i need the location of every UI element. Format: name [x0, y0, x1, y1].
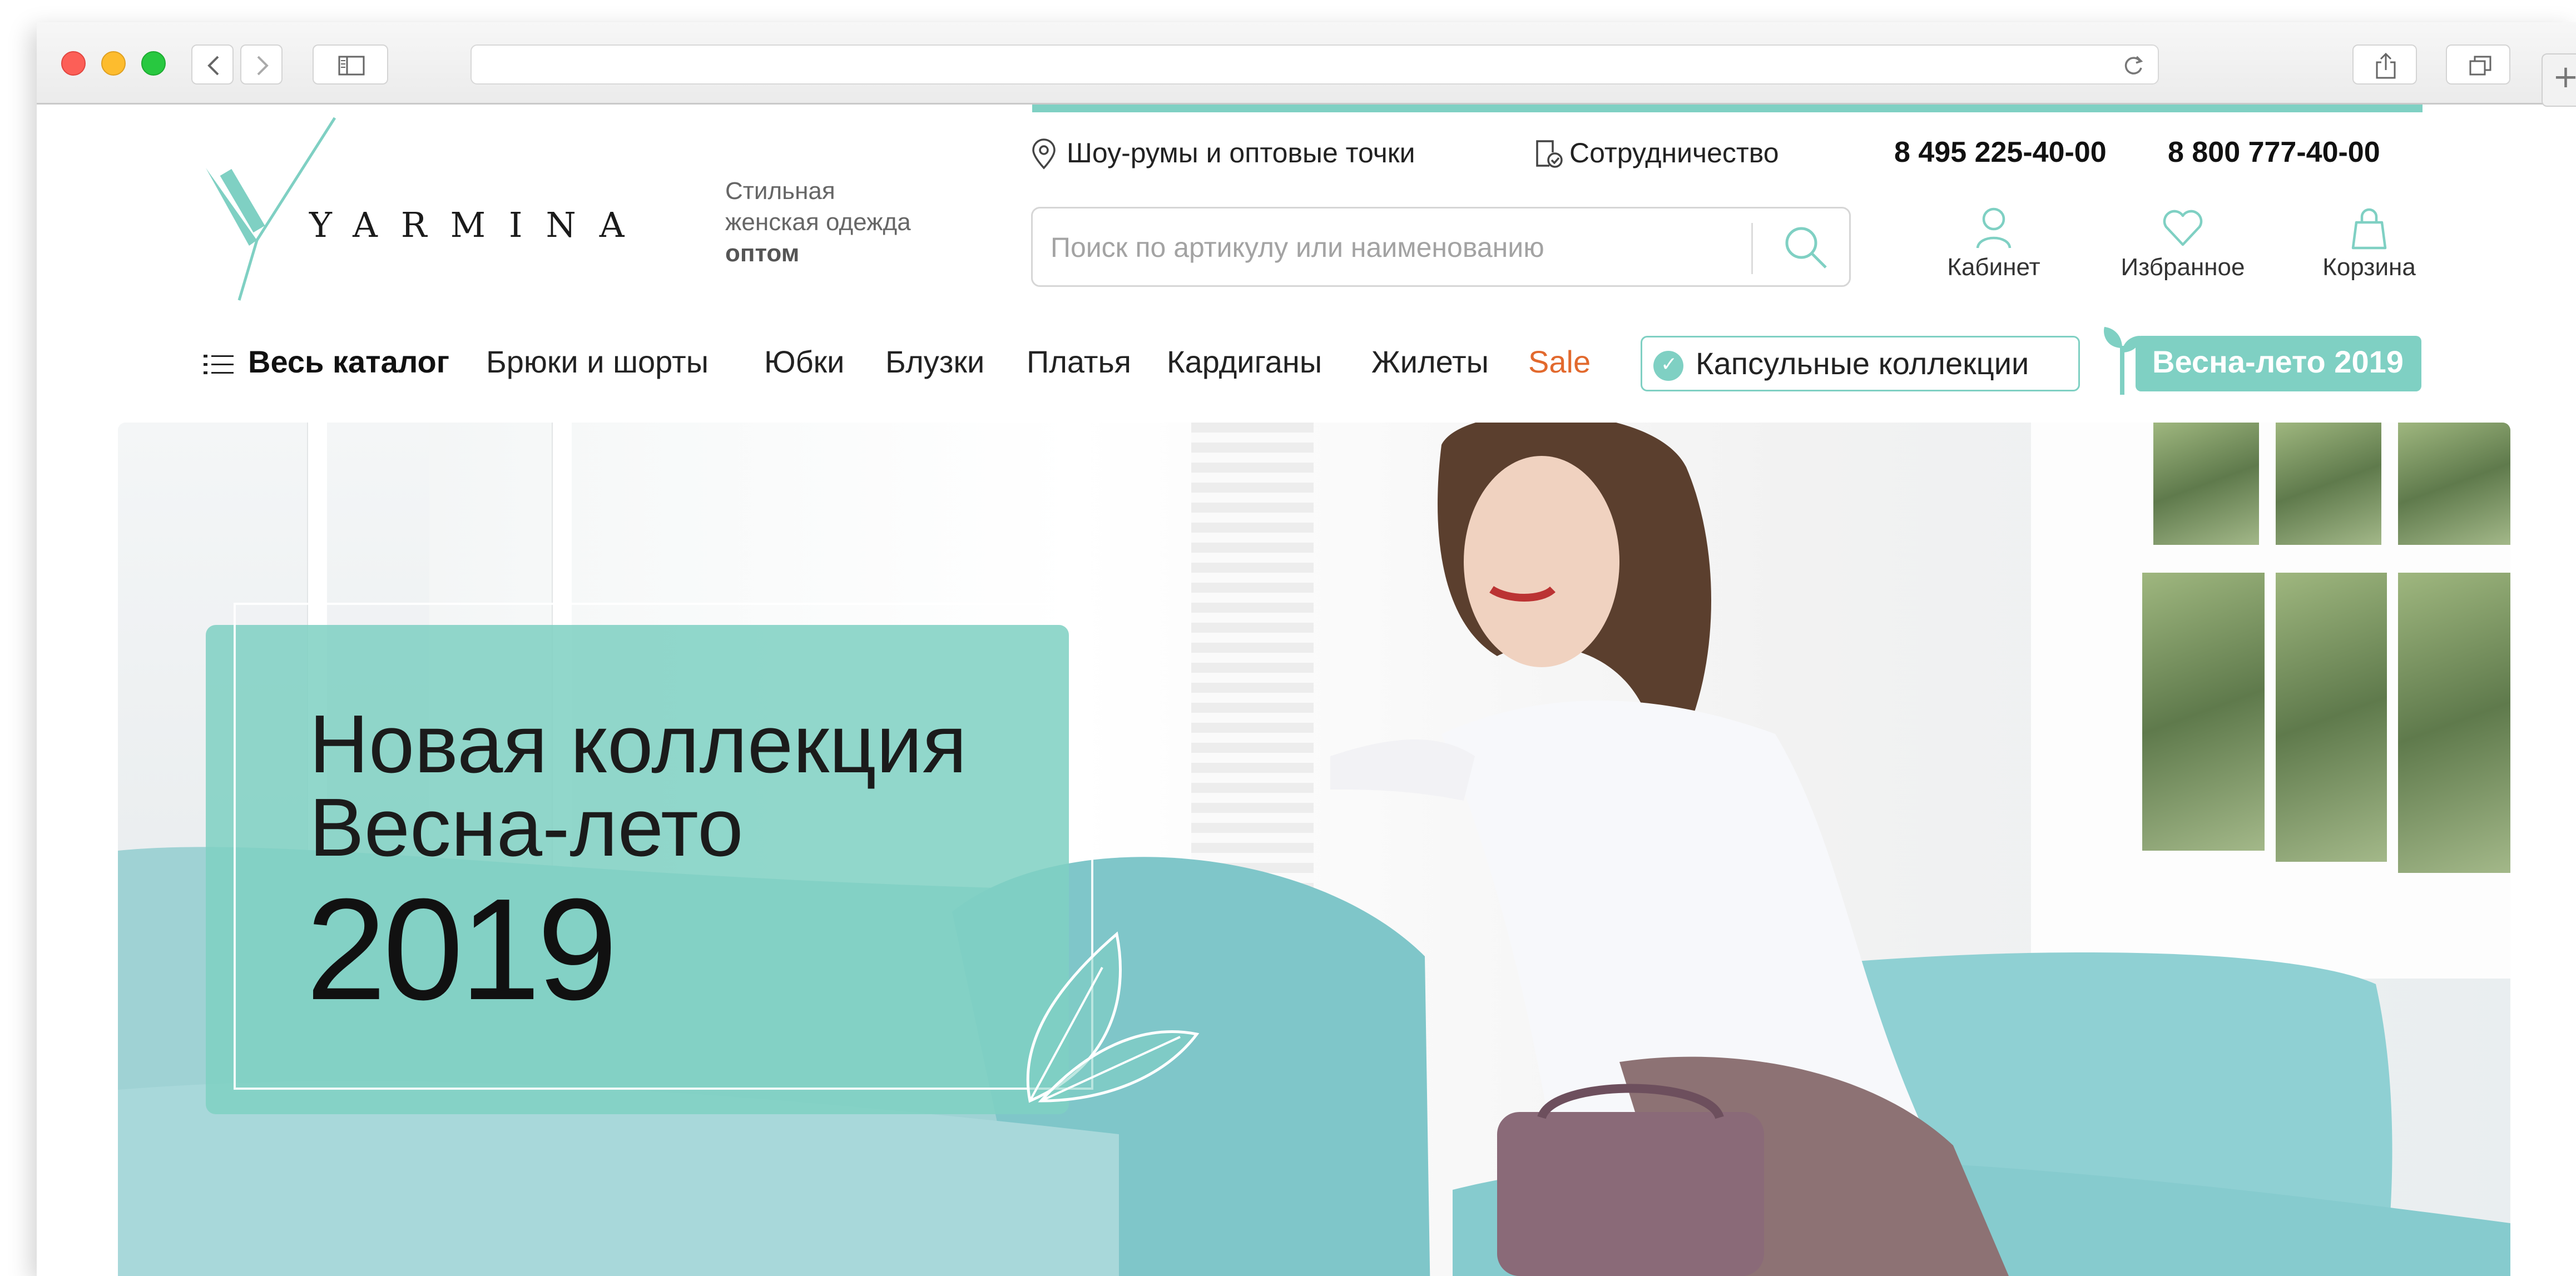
cabinet-link[interactable]: Кабинет	[1935, 206, 2052, 281]
list-icon[interactable]	[204, 352, 235, 377]
share-button[interactable]	[2352, 44, 2417, 85]
search-input[interactable]	[1049, 227, 1745, 267]
search-box	[1031, 207, 1851, 287]
user-icon	[1976, 207, 2012, 249]
minimize-window-button[interactable]	[101, 51, 126, 76]
chevron-right-icon	[257, 56, 269, 76]
cooperation-label: Сотрудничество	[1569, 137, 1779, 168]
chevron-left-icon	[207, 56, 219, 76]
search-divider	[1751, 223, 1753, 274]
favorites-link[interactable]: Избранное	[2108, 206, 2258, 281]
leaf-decoration-icon	[1026, 931, 1200, 1103]
location-pin-icon	[1032, 138, 1056, 170]
tagline: Стильная женская одежда оптом	[725, 176, 911, 269]
search-icon	[1785, 227, 1827, 269]
document-check-icon	[1536, 140, 1563, 168]
back-button[interactable]	[191, 44, 234, 85]
capsule-collections-label: Капсульные коллекции	[1696, 346, 2029, 381]
nav-cardigans[interactable]: Кардиганы	[1167, 344, 1322, 388]
tagline-wholesale: оптом	[725, 240, 800, 267]
spring-summer-button[interactable]: Весна-лето 2019	[2136, 336, 2421, 391]
all-catalog-link[interactable]: Весь каталог	[248, 344, 449, 388]
tabs-icon	[2469, 56, 2491, 76]
tagline-line: Стильная	[725, 177, 835, 205]
tagline-line: женская одежда	[725, 208, 911, 236]
forward-button[interactable]	[240, 44, 283, 85]
nav-blouses[interactable]: Блузки	[885, 344, 984, 388]
showrooms-label: Шоу-румы и оптовые точки	[1067, 137, 1415, 168]
capsule-collections-button[interactable]: ✓ Капсульные коллекции	[1641, 336, 2080, 391]
sidebar-icon	[338, 56, 365, 76]
zoom-window-button[interactable]	[141, 51, 166, 76]
check-badge-icon: ✓	[1653, 351, 1683, 381]
phone-free[interactable]: 8 800 777-40-00	[2168, 136, 2380, 169]
model-photo	[1330, 423, 2009, 1276]
new-tab-button[interactable]: +	[2542, 53, 2576, 107]
phone-moscow[interactable]: 8 495 225-40-00	[1894, 136, 2107, 169]
cart-label: Корзина	[2322, 254, 2416, 281]
spring-summer-label: Весна-лето 2019	[2152, 344, 2404, 379]
nav-skirts[interactable]: Юбки	[764, 344, 844, 388]
show-tabs-button[interactable]	[2446, 44, 2510, 85]
plus-icon: +	[2553, 59, 2576, 95]
cabinet-label: Кабинет	[1947, 254, 2040, 281]
close-window-button[interactable]	[61, 51, 86, 76]
nav-sale[interactable]: Sale	[1528, 344, 1591, 388]
heart-icon	[2163, 210, 2203, 246]
cart-link[interactable]: Корзина	[2314, 206, 2425, 281]
nav-vests[interactable]: Жилеты	[1371, 344, 1489, 388]
header-accent-strip	[1032, 105, 2423, 112]
sidebar-toggle-button[interactable]	[313, 44, 388, 85]
share-icon	[2376, 52, 2396, 79]
reload-icon[interactable]	[2121, 53, 2146, 78]
favorites-label: Избранное	[2121, 254, 2245, 281]
address-bar[interactable]	[470, 44, 2159, 85]
nav-dresses[interactable]: Платья	[1027, 344, 1131, 388]
search-button[interactable]	[1767, 214, 1845, 281]
promo-frame	[234, 603, 1093, 1090]
shopping-bag-icon	[2351, 208, 2387, 250]
logo-wordmark[interactable]: YARMINA	[309, 205, 648, 245]
nav-trousers-shorts[interactable]: Брюки и шорты	[486, 344, 709, 388]
